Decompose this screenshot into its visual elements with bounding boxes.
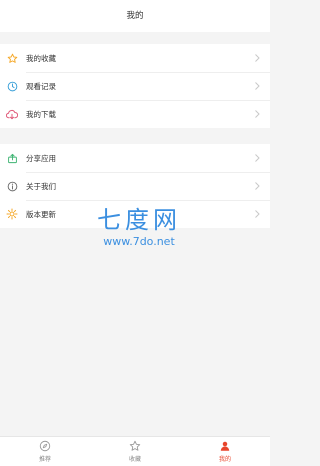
menu-item-label: 版本更新 [26,209,56,219]
menu-item-favorites[interactable]: 我的收藏 [0,44,270,72]
user-icon [220,441,230,451]
star-outline-icon [129,440,141,451]
chevron-right-icon [255,110,260,118]
share-icon [5,151,19,165]
page-title: 我的 [0,0,270,32]
menu-item-label: 我的收藏 [26,53,56,63]
menu-item-share-app[interactable]: 分享应用 [0,144,270,172]
sun-icon [5,207,19,221]
tab-label: 收藏 [128,456,141,463]
chevron-right-icon [255,210,260,218]
tab-mine[interactable]: 我的 [180,437,270,466]
star-icon [5,51,19,65]
chevron-right-icon [255,54,260,62]
tab-favorites[interactable]: 收藏 [90,437,180,466]
chevron-right-icon [255,154,260,162]
menu-item-history[interactable]: 观看记录 [0,72,270,100]
chevron-right-icon [255,82,260,90]
clock-icon [5,79,19,93]
watermark-title: 七度网 [97,206,181,234]
menu-item-label: 关于我们 [26,181,56,191]
cloud-download-icon [5,107,19,121]
watermark: 七度网 www.7do.net [84,205,194,249]
menu-item-label: 我的下载 [26,109,56,119]
tab-label: 推荐 [38,456,51,463]
compass-icon [39,440,51,452]
menu-item-about-us[interactable]: 关于我们 [0,172,270,200]
watermark-url: www.7do.net [103,235,175,248]
chevron-right-icon [255,182,260,190]
bottom-tab-bar: 推荐 收藏 我的 [0,436,270,466]
tab-recommend[interactable]: 推荐 [0,437,90,466]
menu-item-downloads[interactable]: 我的下载 [0,100,270,128]
menu-item-label: 观看记录 [26,81,56,91]
menu-group-primary: 我的收藏 观看记录 我的下载 [0,44,270,128]
menu-item-label: 分享应用 [26,153,56,163]
info-icon [5,179,19,193]
tab-label: 我的 [218,456,231,463]
